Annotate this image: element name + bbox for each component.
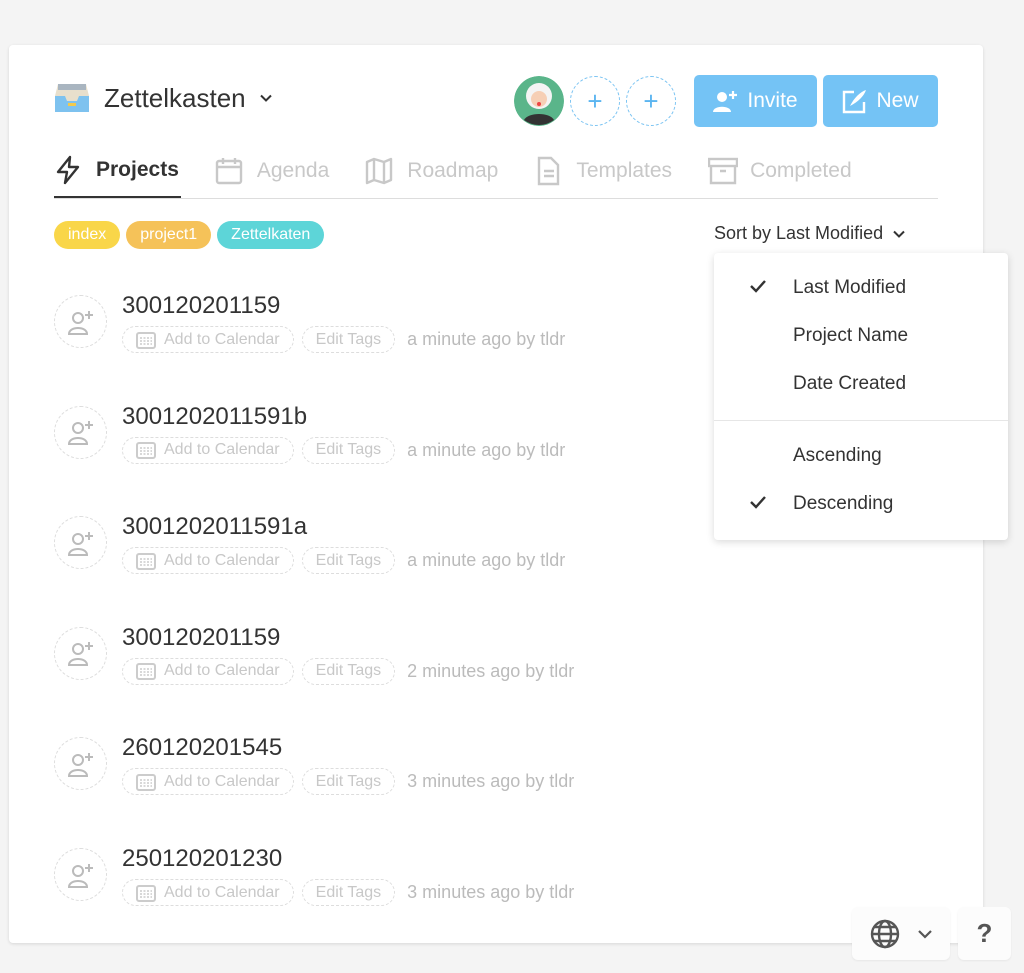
calendar-icon	[136, 663, 156, 681]
edit-tags-button[interactable]: Edit Tags	[301, 436, 396, 464]
add-to-calendar-button[interactable]: Add to Calendar	[122, 768, 294, 796]
document-icon	[538, 156, 560, 185]
lightning-icon	[56, 155, 80, 184]
sort-option[interactable]: Date Created	[793, 373, 906, 395]
assign-user-button[interactable]	[54, 295, 107, 348]
assign-user-button[interactable]	[54, 626, 107, 680]
modified-info: a minute ago by tldr	[407, 550, 566, 571]
sort-option[interactable]: Last Modified	[750, 277, 906, 299]
tag-chip[interactable]: index	[54, 221, 121, 249]
add-to-calendar-button[interactable]: Add to Calendar	[122, 879, 294, 906]
sort-option[interactable]: Project Name	[793, 325, 908, 347]
edit-tags-button[interactable]: Edit Tags	[301, 768, 396, 796]
tag-chip[interactable]: project1	[126, 221, 212, 249]
edit-tags-button[interactable]: Edit Tags	[301, 879, 396, 906]
sort-dropdown[interactable]: Sort by Last Modified	[714, 223, 905, 244]
calendar-icon	[136, 773, 156, 791]
user-plus-icon	[67, 421, 93, 446]
project-name[interactable]: 300120201159	[122, 292, 280, 320]
user-avatar[interactable]	[514, 76, 564, 126]
tab-label: Projects	[96, 157, 179, 181]
help-button[interactable]: ?	[958, 907, 1011, 960]
user-plus-icon	[67, 863, 93, 888]
add-to-calendar-button[interactable]: Add to Calendar	[122, 326, 294, 353]
sort-option[interactable]: Descending	[750, 493, 893, 515]
add-to-calendar-button[interactable]: Add to Calendar	[122, 657, 294, 685]
menu-divider	[714, 420, 1008, 421]
tab-bar: Projects Agenda Roadmap Templates Completed	[54, 143, 938, 199]
tab-agenda[interactable]: Agenda	[215, 143, 331, 198]
calendar-icon	[136, 331, 156, 349]
tab-projects[interactable]: Projects	[54, 143, 181, 198]
project-name[interactable]: 250120201230	[122, 845, 282, 873]
modified-info: 3 minutes ago by tldr	[407, 882, 575, 902]
modified-info: a minute ago by tldr	[407, 329, 566, 349]
add-to-calendar-button[interactable]: Add to Calendar	[122, 436, 294, 464]
user-plus-icon	[67, 642, 93, 667]
assign-user-button[interactable]	[54, 848, 107, 901]
tag-chip[interactable]: Zettelkaten	[217, 221, 325, 249]
tab-label: Templates	[576, 158, 673, 182]
project-name[interactable]: 260120201545	[122, 734, 282, 762]
user-plus-icon	[67, 531, 93, 556]
calendar-icon	[136, 884, 156, 902]
tab-label: Completed	[750, 158, 852, 182]
workspace-title: Zettelkasten	[104, 82, 246, 113]
assign-user-button[interactable]	[54, 405, 107, 459]
project-row[interactable]: 3001202011591b Add to Calendar Edit Tags…	[54, 403, 704, 477]
invite-button[interactable]: Invite	[694, 75, 817, 127]
user-plus-icon	[713, 91, 738, 112]
assign-user-button[interactable]	[54, 516, 107, 570]
project-name[interactable]: 3001202011591a	[122, 513, 307, 541]
user-plus-icon	[67, 310, 93, 335]
user-plus-icon	[67, 752, 93, 777]
modified-info: 3 minutes ago by tldr	[407, 771, 575, 792]
tab-label: Roadmap	[407, 158, 499, 182]
language-selector[interactable]	[852, 907, 950, 960]
sort-menu: Last Modified Project Name Date Created Asc…	[714, 253, 1008, 540]
edit-tags-button[interactable]: Edit Tags	[301, 326, 396, 353]
tab-templates[interactable]: Templates	[534, 143, 674, 198]
tab-completed[interactable]: Completed	[708, 143, 854, 198]
calendar-icon	[136, 442, 156, 460]
check-icon	[750, 280, 766, 293]
sort-option[interactable]: Ascending	[793, 445, 882, 467]
project-row[interactable]: 260120201545 Add to Calendar Edit Tags 3…	[54, 734, 704, 808]
map-icon	[366, 157, 393, 184]
add-member-button[interactable]: +	[626, 76, 676, 126]
project-name[interactable]: 3001202011591b	[122, 403, 307, 431]
edit-quill-icon	[843, 90, 867, 114]
archive-icon	[708, 157, 739, 184]
project-row[interactable]: 300120201159 Add to Calendar Edit Tags a…	[54, 292, 704, 366]
calendar-icon	[215, 157, 243, 184]
edit-tags-button[interactable]: Edit Tags	[301, 547, 396, 575]
check-icon	[750, 496, 766, 509]
chevron-down-icon	[259, 94, 272, 102]
edit-tags-button[interactable]: Edit Tags	[301, 657, 396, 685]
project-row[interactable]: 300120201159 Add to Calendar Edit Tags 2…	[54, 624, 704, 698]
tab-label: Agenda	[256, 158, 330, 182]
calendar-icon	[136, 552, 156, 570]
assign-user-button[interactable]	[54, 737, 107, 791]
modified-info: a minute ago by tldr	[407, 439, 566, 460]
chevron-down-icon	[918, 929, 932, 939]
add-to-calendar-button[interactable]: Add to Calendar	[122, 547, 294, 575]
add-member-button[interactable]: +	[570, 76, 620, 126]
globe-icon	[870, 919, 900, 948]
new-button[interactable]: New	[823, 75, 938, 127]
card-box-logo-icon	[55, 84, 89, 112]
tab-roadmap[interactable]: Roadmap	[365, 143, 500, 198]
modified-info: 2 minutes ago by tldr	[407, 660, 575, 681]
chevron-down-icon	[893, 230, 905, 238]
workspace-switcher[interactable]: Zettelkasten	[54, 82, 272, 114]
project-row[interactable]: 3001202011591a Add to Calendar Edit Tags…	[54, 513, 704, 587]
project-name[interactable]: 300120201159	[122, 624, 280, 652]
project-row[interactable]: 250120201230 Add to Calendar Edit Tags 3…	[54, 845, 704, 919]
tag-filter-list: index project1 Zettelkaten	[54, 221, 325, 249]
